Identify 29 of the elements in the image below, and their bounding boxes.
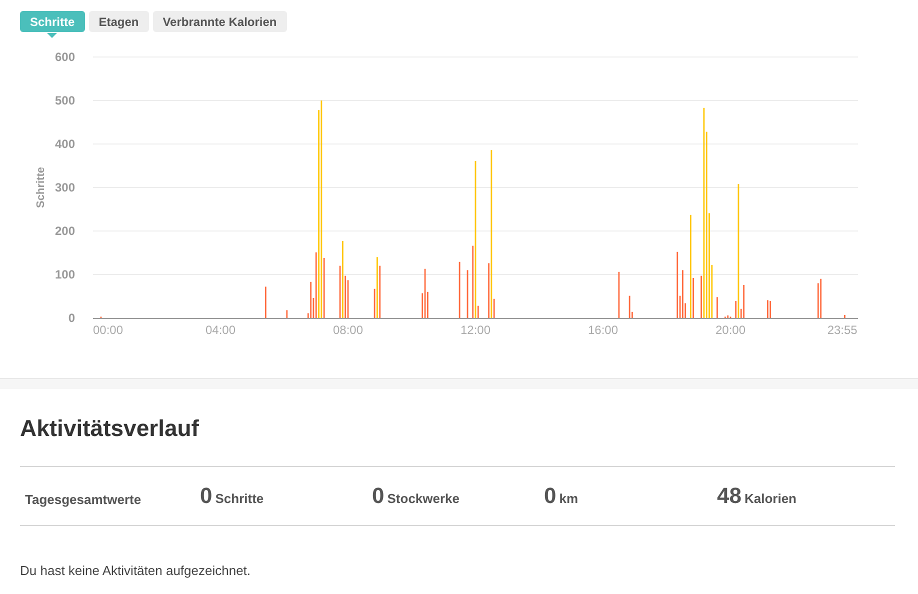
y-axis-label: 400 (54, 137, 75, 151)
x-axis-label: 08:00 (332, 323, 364, 337)
stat-value: 0 (544, 483, 556, 509)
stat-unit: Stockwerke (387, 491, 460, 506)
x-axis-label: 23:55 (827, 323, 858, 337)
y-axis-label: 500 (54, 94, 75, 108)
y-axis-label: 600 (54, 50, 75, 64)
stat-value: 0 (200, 483, 212, 509)
x-axis-label: 16:00 (588, 323, 618, 337)
stat-value: 0 (372, 483, 384, 509)
stat-unit: Kalorien (744, 491, 796, 506)
y-axis-label: 100 (54, 268, 75, 282)
stat-unit: km (559, 491, 578, 506)
stat-value: 48 (717, 483, 742, 509)
x-axis-label: 04:00 (205, 323, 236, 337)
x-axis-label: 20:00 (715, 323, 746, 337)
section-title: Aktivitätsverlauf (20, 415, 200, 443)
totals-label: Tagesgesamtwerte (24, 490, 142, 506)
x-axis-label: 00:00 (93, 323, 124, 337)
y-axis-title: Schritte (35, 167, 47, 208)
tab[interactable]: Verbrannte Kalorien (152, 11, 287, 32)
y-axis-label: 300 (54, 180, 75, 194)
stat-unit: Schritte (215, 491, 264, 506)
tab-pointer-icon (47, 33, 58, 38)
empty-message: Du hast keine Aktivitäten aufgezeichnet. (20, 563, 252, 578)
y-axis-label: 0 (68, 311, 75, 325)
y-axis-label: 200 (54, 224, 75, 238)
tab[interactable]: Etagen (88, 11, 149, 32)
x-axis-label: 12:00 (460, 323, 491, 337)
